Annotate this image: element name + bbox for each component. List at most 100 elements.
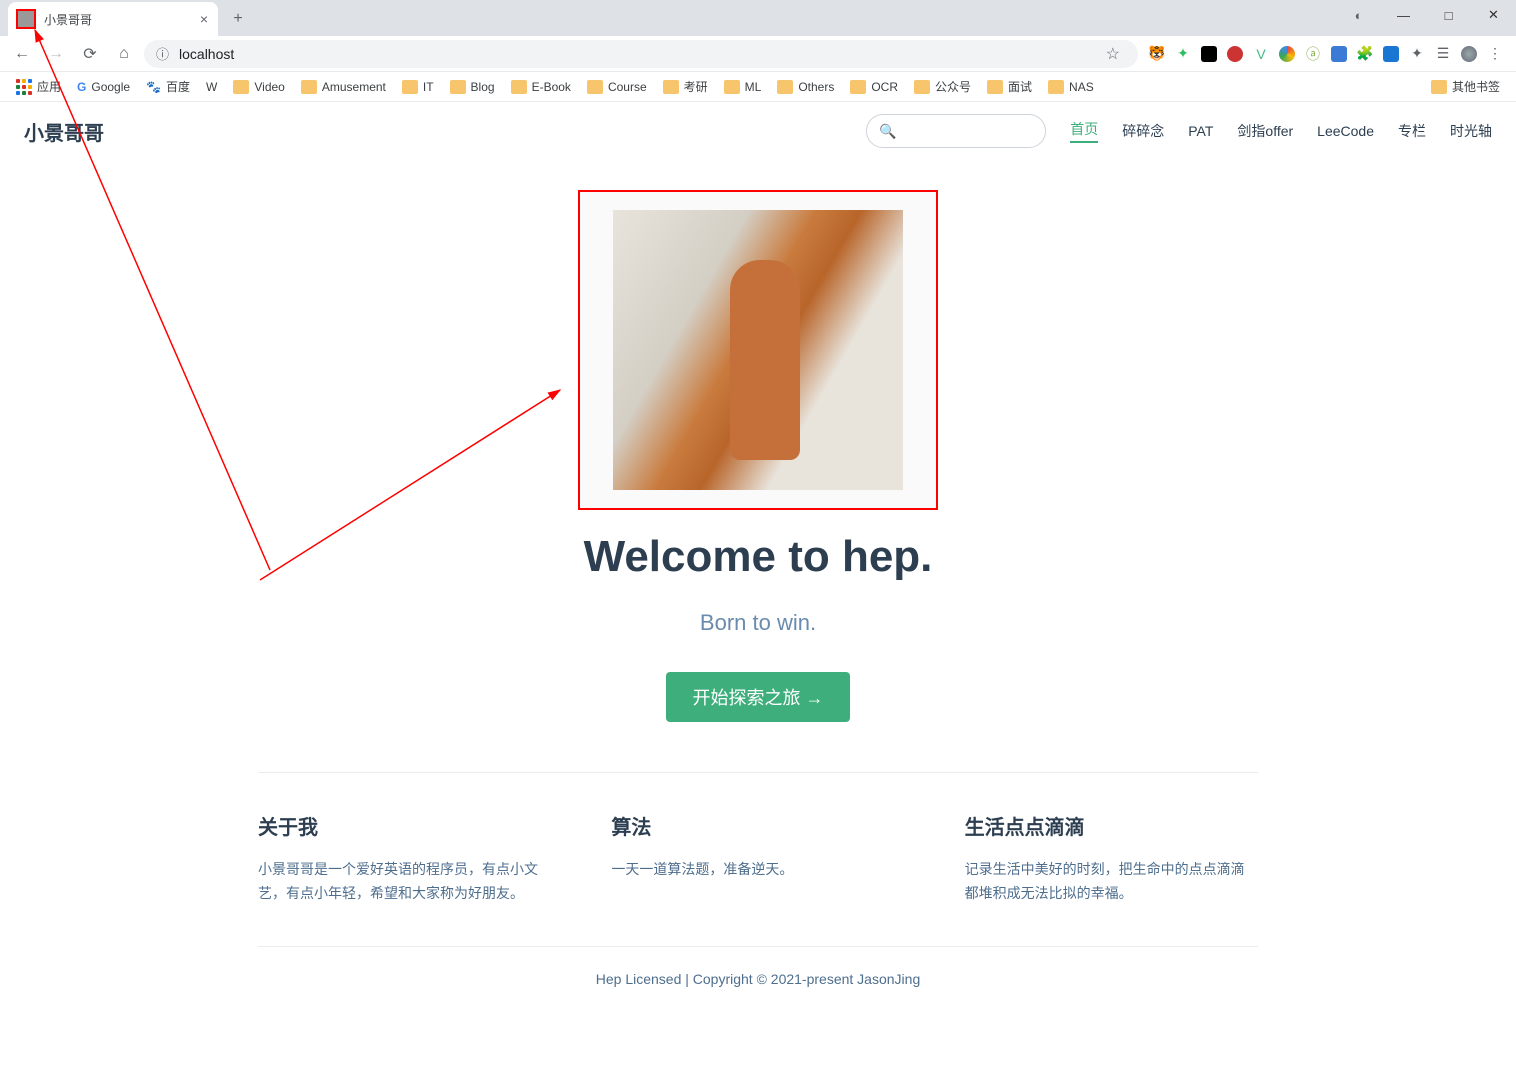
folder-icon bbox=[850, 80, 866, 94]
footer: Hep Licensed | Copyright © 2021-present … bbox=[258, 946, 1258, 1011]
feature-title: 生活点点滴滴 bbox=[965, 811, 1258, 840]
bookmark-item[interactable]: 公众号 bbox=[906, 74, 979, 100]
bookmark-item[interactable]: Others bbox=[769, 74, 842, 100]
bookmark-label: 面试 bbox=[1008, 78, 1032, 95]
nav-link[interactable]: 时光轴 bbox=[1450, 121, 1492, 141]
close-tab-button[interactable]: × bbox=[200, 11, 208, 27]
extension-icons: 🐯 ✦ V ⓐ 🧩 ✦ ☰ ⋮ bbox=[1144, 45, 1508, 63]
folder-icon bbox=[233, 80, 249, 94]
site-info-icon[interactable]: ⓘ bbox=[156, 44, 169, 63]
folder-icon bbox=[511, 80, 527, 94]
bookmark-item[interactable]: Amusement bbox=[293, 74, 394, 100]
bookmark-item[interactable]: NAS bbox=[1040, 74, 1102, 100]
bookmark-item[interactable]: 🐾百度 bbox=[138, 74, 198, 100]
bookmark-item[interactable]: GGoogle bbox=[69, 74, 138, 100]
feature-card: 算法 一天一道算法题，准备逆天。 bbox=[611, 811, 904, 906]
folder-icon bbox=[777, 80, 793, 94]
bookmark-item[interactable]: W bbox=[198, 74, 225, 100]
bookmark-bar: 应用 GGoogle 🐾百度 W Video Amusement IT Blog… bbox=[0, 72, 1516, 102]
ext-icon[interactable] bbox=[1200, 45, 1218, 63]
ext-icon[interactable] bbox=[1382, 45, 1400, 63]
bookmark-label: 百度 bbox=[166, 78, 190, 95]
bookmark-item[interactable]: E-Book bbox=[503, 74, 579, 100]
reading-list-icon[interactable]: ☰ bbox=[1434, 45, 1452, 63]
bookmark-label: NAS bbox=[1069, 80, 1094, 94]
nav-link-home[interactable]: 首页 bbox=[1070, 119, 1098, 143]
bookmark-label: W bbox=[206, 80, 217, 94]
search-input[interactable]: 🔍 bbox=[866, 114, 1046, 148]
apps-button[interactable]: 应用 bbox=[8, 74, 69, 100]
bookmark-item[interactable]: OCR bbox=[842, 74, 906, 100]
apps-icon bbox=[16, 79, 32, 95]
favicon-icon bbox=[16, 9, 36, 29]
bookmark-label: Blog bbox=[471, 80, 495, 94]
url-text: localhost bbox=[179, 46, 234, 62]
ext-icon[interactable]: ✦ bbox=[1174, 45, 1192, 63]
bookmark-item[interactable]: Course bbox=[579, 74, 655, 100]
tab-bar: 小景哥哥 × + bbox=[0, 0, 1516, 36]
bookmark-label: Amusement bbox=[322, 80, 386, 94]
site-title[interactable]: 小景哥哥 bbox=[24, 117, 104, 146]
ext-icon[interactable]: V bbox=[1252, 45, 1270, 63]
back-button[interactable]: ← bbox=[8, 40, 36, 68]
ext-icon[interactable]: 🐯 bbox=[1148, 45, 1166, 63]
address-bar[interactable]: ⓘ localhost ☆ bbox=[144, 40, 1138, 68]
feature-desc: 一天一道算法题，准备逆天。 bbox=[611, 858, 904, 882]
ext-icon[interactable] bbox=[1278, 45, 1296, 63]
bookmark-item[interactable]: ML bbox=[716, 74, 770, 100]
minimize-button[interactable]: — bbox=[1381, 0, 1426, 30]
nav-link[interactable]: LeeCode bbox=[1317, 123, 1374, 139]
folder-icon bbox=[450, 80, 466, 94]
hero-section: Welcome to hep. Born to win. 开始探索之旅 → bbox=[0, 160, 1516, 722]
site-nav: 小景哥哥 🔍 首页 碎碎念 PAT 剑指offer LeeCode 专栏 时光轴 bbox=[0, 102, 1516, 160]
feature-desc: 小景哥哥是一个爱好英语的程序员，有点小文艺，有点小年轻，希望和大家称为好朋友。 bbox=[258, 858, 551, 906]
maximize-button[interactable]: □ bbox=[1426, 0, 1471, 30]
folder-icon bbox=[1431, 80, 1447, 94]
folder-icon bbox=[402, 80, 418, 94]
bookmark-star-icon[interactable]: ☆ bbox=[1106, 44, 1120, 64]
nav-link[interactable]: PAT bbox=[1188, 123, 1213, 139]
menu-button[interactable]: ⋮ bbox=[1486, 45, 1504, 63]
close-window-button[interactable]: ✕ bbox=[1471, 0, 1516, 30]
extensions-button[interactable]: ✦ bbox=[1408, 45, 1426, 63]
folder-icon bbox=[663, 80, 679, 94]
folder-icon bbox=[987, 80, 1003, 94]
nav-link[interactable]: 专栏 bbox=[1398, 121, 1426, 141]
features-section: 关于我 小景哥哥是一个爱好英语的程序员，有点小文艺，有点小年轻，希望和大家称为好… bbox=[258, 772, 1258, 906]
folder-icon bbox=[587, 80, 603, 94]
feature-card: 生活点点滴滴 记录生活中美好的时刻，把生命中的点点滴滴都堆积成无法比拟的幸福。 bbox=[965, 811, 1258, 906]
bookmark-label: IT bbox=[423, 80, 434, 94]
new-tab-button[interactable]: + bbox=[224, 5, 252, 33]
folder-icon bbox=[301, 80, 317, 94]
bookmark-label: Course bbox=[608, 80, 647, 94]
bookmark-item[interactable]: Blog bbox=[442, 74, 503, 100]
nav-link[interactable]: 剑指offer bbox=[1237, 121, 1293, 141]
forward-button[interactable]: → bbox=[42, 40, 70, 68]
bookmark-label: 公众号 bbox=[935, 78, 971, 95]
cta-button[interactable]: 开始探索之旅 → bbox=[666, 672, 849, 722]
bookmark-item[interactable]: 考研 bbox=[655, 74, 716, 100]
nav-link[interactable]: 碎碎念 bbox=[1122, 121, 1164, 141]
feature-title: 算法 bbox=[611, 811, 904, 840]
bookmark-label: ML bbox=[745, 80, 762, 94]
ext-icon[interactable]: 🧩 bbox=[1356, 45, 1374, 63]
bookmark-item[interactable]: Video bbox=[225, 74, 292, 100]
feature-title: 关于我 bbox=[258, 811, 551, 840]
bookmark-item[interactable]: IT bbox=[394, 74, 442, 100]
bookmark-label: Video bbox=[254, 80, 284, 94]
apps-label: 应用 bbox=[37, 78, 61, 95]
browser-tab[interactable]: 小景哥哥 × bbox=[8, 2, 218, 36]
profile-avatar[interactable] bbox=[1460, 45, 1478, 63]
bookmark-item[interactable]: 面试 bbox=[979, 74, 1040, 100]
incognito-icon: ◐ bbox=[1336, 0, 1381, 30]
ext-icon[interactable]: ⓐ bbox=[1304, 45, 1322, 63]
folder-icon bbox=[1048, 80, 1064, 94]
home-button[interactable]: ⌂ bbox=[110, 40, 138, 68]
hero-subtitle: Born to win. bbox=[0, 610, 1516, 636]
ext-icon[interactable] bbox=[1330, 45, 1348, 63]
reload-button[interactable]: ⟳ bbox=[76, 40, 104, 68]
feature-card: 关于我 小景哥哥是一个爱好英语的程序员，有点小文艺，有点小年轻，希望和大家称为好… bbox=[258, 811, 551, 906]
tab-title: 小景哥哥 bbox=[44, 11, 92, 28]
ext-icon[interactable] bbox=[1226, 45, 1244, 63]
other-bookmarks[interactable]: 其他书签 bbox=[1423, 74, 1508, 100]
